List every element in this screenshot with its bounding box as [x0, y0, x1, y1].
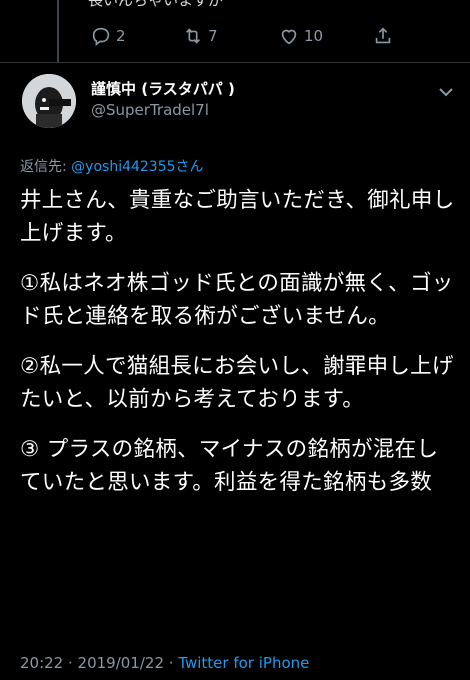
like-count: 10 [304, 27, 324, 45]
previous-tweet: 長いんちゃいますが 2 7 10 [0, 0, 470, 62]
like-icon [281, 29, 297, 45]
more-options-button[interactable] [436, 84, 456, 100]
previous-tweet-text: 長いんちゃいますが [88, 0, 224, 9]
user-handle[interactable]: @SuperTradel7l [91, 101, 209, 119]
reply-icon [92, 27, 110, 46]
retweet-count: 7 [208, 27, 218, 45]
reply-prefix: 返信先: [20, 159, 72, 175]
share-icon [375, 27, 391, 44]
tweet-client[interactable]: Twitter for iPhone [178, 654, 309, 672]
chevron-down-icon [439, 88, 453, 97]
like-button[interactable]: 10 [278, 25, 323, 47]
tweet-paragraph-2: ①私はネオ株ゴッド氏との面識が無く、ゴッド氏と連絡を取る術がございません。 [20, 271, 454, 329]
share-button[interactable] [372, 25, 398, 47]
reply-mention-link[interactable]: @yoshi442355さん [71, 159, 203, 175]
tweet-meta: 20:22 · 2019/01/22 · Twitter for iPhone [20, 654, 309, 672]
action-bar: 2 7 10 [90, 25, 400, 47]
reply-context: 返信先: @yoshi442355さん [20, 156, 204, 176]
retweet-icon [185, 28, 201, 44]
tweet-body: 井上さん、貴重なご助言いただき、御礼申し上げます。 ①私はネオ株ゴッド氏との面識… [20, 184, 455, 516]
avatar[interactable] [22, 74, 76, 128]
tweet-paragraph-3: ②私一人で猫組長にお会いし、謝罪申し上げたいと、以前から考えております。 [20, 354, 454, 412]
display-name[interactable]: 謹慎中 (ラスタパパ ) [91, 78, 235, 99]
tweet-paragraph-4: ③ プラスの銘柄、マイナスの銘柄が混在していたと思います。利益を得た銘柄も多数 [20, 437, 439, 495]
thread-line [57, 0, 59, 62]
tweet-divider [0, 62, 470, 63]
reply-count: 2 [116, 27, 126, 45]
reply-button[interactable]: 2 [90, 25, 126, 47]
tweet-paragraph-1: 井上さん、貴重なご助言いただき、御礼申し上げます。 [20, 188, 455, 246]
avatar-image [22, 74, 76, 128]
tweet-timestamp[interactable]: 20:22 · 2019/01/22 · [20, 654, 178, 672]
retweet-button[interactable]: 7 [182, 25, 218, 47]
